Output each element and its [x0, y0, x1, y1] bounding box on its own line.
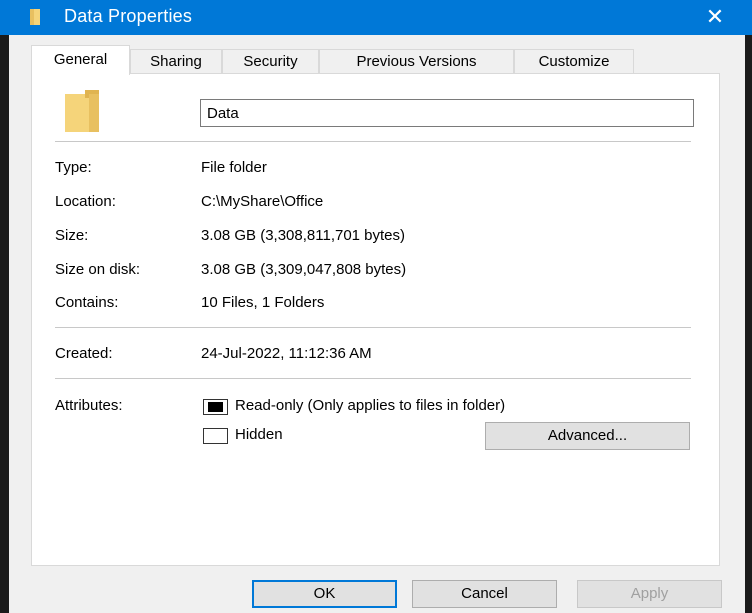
attributes-label: Attributes: — [55, 397, 123, 414]
size-on-disk-label: Size on disk: — [55, 261, 141, 278]
window-frame-left — [0, 35, 9, 613]
contains-value: 10 Files, 1 Folders — [201, 294, 325, 311]
contains-label: Contains: — [55, 294, 119, 311]
separator — [55, 378, 691, 379]
tab-customize[interactable]: Customize — [514, 49, 634, 73]
location-value: C:\MyShare\Office — [201, 193, 324, 210]
hidden-label[interactable]: Hidden — [235, 426, 283, 443]
location-label: Location: — [55, 193, 116, 210]
window-title: Data Properties — [64, 6, 193, 26]
tab-general[interactable]: General — [31, 45, 130, 75]
size-label: Size: — [55, 227, 89, 244]
close-button[interactable]: ✕ — [698, 2, 732, 32]
window-frame-right — [745, 35, 752, 613]
apply-button[interactable]: Apply — [577, 580, 722, 608]
ok-button[interactable]: OK — [252, 580, 397, 608]
close-icon: ✕ — [705, 4, 725, 29]
advanced-button[interactable]: Advanced... — [485, 422, 690, 450]
readonly-checkbox[interactable] — [203, 399, 228, 415]
type-label: Type: — [55, 159, 92, 176]
readonly-label[interactable]: Read-only (Only applies to files in fold… — [235, 397, 505, 414]
cancel-button[interactable]: Cancel — [412, 580, 557, 608]
size-on-disk-value: 3.08 GB (3,309,047,808 bytes) — [201, 261, 407, 278]
title-bar: Data Properties ✕ — [0, 0, 752, 35]
tab-security[interactable]: Security — [222, 49, 319, 73]
tab-sharing[interactable]: Sharing — [130, 49, 222, 73]
type-value: File folder — [201, 159, 267, 176]
created-label: Created: — [55, 345, 113, 362]
tab-previous-versions[interactable]: Previous Versions — [319, 49, 514, 73]
folder-icon — [65, 90, 99, 132]
separator — [55, 141, 691, 142]
folder-icon — [30, 9, 40, 25]
size-value: 3.08 GB (3,308,811,701 bytes) — [201, 227, 406, 244]
created-value: 24-Jul-2022, 11:12:36 AM — [201, 345, 372, 362]
hidden-checkbox[interactable] — [203, 428, 228, 444]
separator — [55, 327, 691, 328]
general-tab-panel — [31, 73, 720, 566]
folder-name-input[interactable] — [200, 99, 694, 127]
